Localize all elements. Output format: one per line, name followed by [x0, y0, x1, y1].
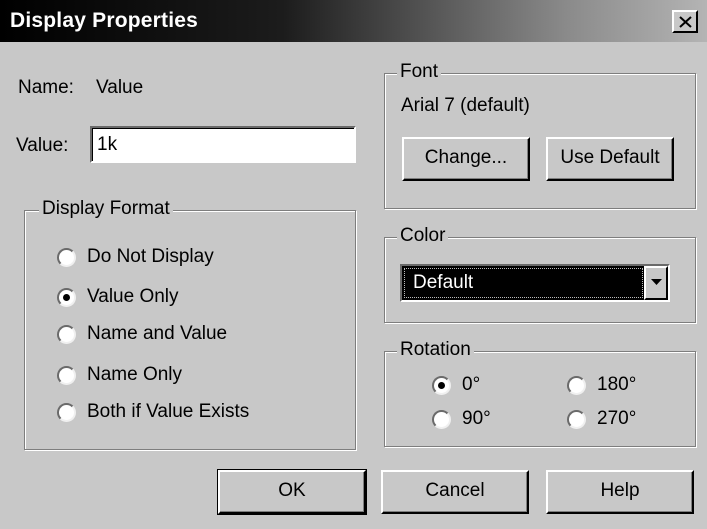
- radio-label: Do Not Display: [87, 246, 214, 267]
- window-title: Display Properties: [10, 9, 199, 32]
- radio-selected-dot: [63, 294, 70, 301]
- radio-label: 0°: [462, 374, 481, 395]
- radio-selected-dot: [438, 382, 445, 389]
- cancel-button[interactable]: Cancel: [381, 470, 529, 514]
- dropdown-arrow-button[interactable]: [644, 266, 668, 300]
- close-button[interactable]: [672, 10, 698, 33]
- radio-button[interactable]: [57, 403, 76, 422]
- radio-label: Name Only: [87, 364, 183, 385]
- color-legend: Color: [397, 225, 449, 247]
- font-legend: Font: [397, 61, 442, 83]
- use-default-font-button[interactable]: Use Default: [546, 137, 674, 181]
- radio-label: Value Only: [87, 286, 179, 307]
- help-button[interactable]: Help: [546, 470, 694, 514]
- close-icon: [679, 16, 692, 28]
- chevron-down-icon: [651, 279, 662, 285]
- radio-label: 270°: [597, 408, 637, 429]
- ok-button[interactable]: OK: [217, 469, 367, 515]
- display-format-legend: Display Format: [39, 198, 173, 220]
- radio-button[interactable]: [57, 325, 76, 344]
- radio-label: 90°: [462, 408, 491, 429]
- radio-button[interactable]: [57, 288, 76, 307]
- radio-button[interactable]: [57, 366, 76, 385]
- rotation-legend: Rotation: [397, 339, 474, 361]
- value-input[interactable]: 1k: [90, 126, 356, 163]
- radio-label: Both if Value Exists: [87, 401, 250, 422]
- title-bar: Display Properties: [0, 0, 707, 42]
- radio-button[interactable]: [57, 248, 76, 267]
- value-label: Value:: [16, 135, 69, 156]
- color-select-value: Default: [404, 268, 643, 298]
- radio-button[interactable]: [567, 376, 586, 395]
- font-group: Font Arial 7 (default) Change... Use Def…: [384, 61, 696, 209]
- radio-label: 180°: [597, 374, 637, 395]
- name-value: Value: [96, 77, 144, 98]
- radio-button[interactable]: [432, 376, 451, 395]
- color-select[interactable]: Default: [400, 264, 670, 302]
- name-label: Name:: [18, 77, 74, 98]
- change-font-button[interactable]: Change...: [402, 137, 530, 181]
- radio-button[interactable]: [567, 410, 586, 429]
- display-format-group: Display Format Do Not Display Value Only…: [24, 198, 356, 450]
- radio-label: Name and Value: [87, 323, 228, 344]
- radio-button[interactable]: [432, 410, 451, 429]
- current-font: Arial 7 (default): [401, 95, 530, 116]
- rotation-group: Rotation 0° 180° 90° 270°: [384, 339, 696, 447]
